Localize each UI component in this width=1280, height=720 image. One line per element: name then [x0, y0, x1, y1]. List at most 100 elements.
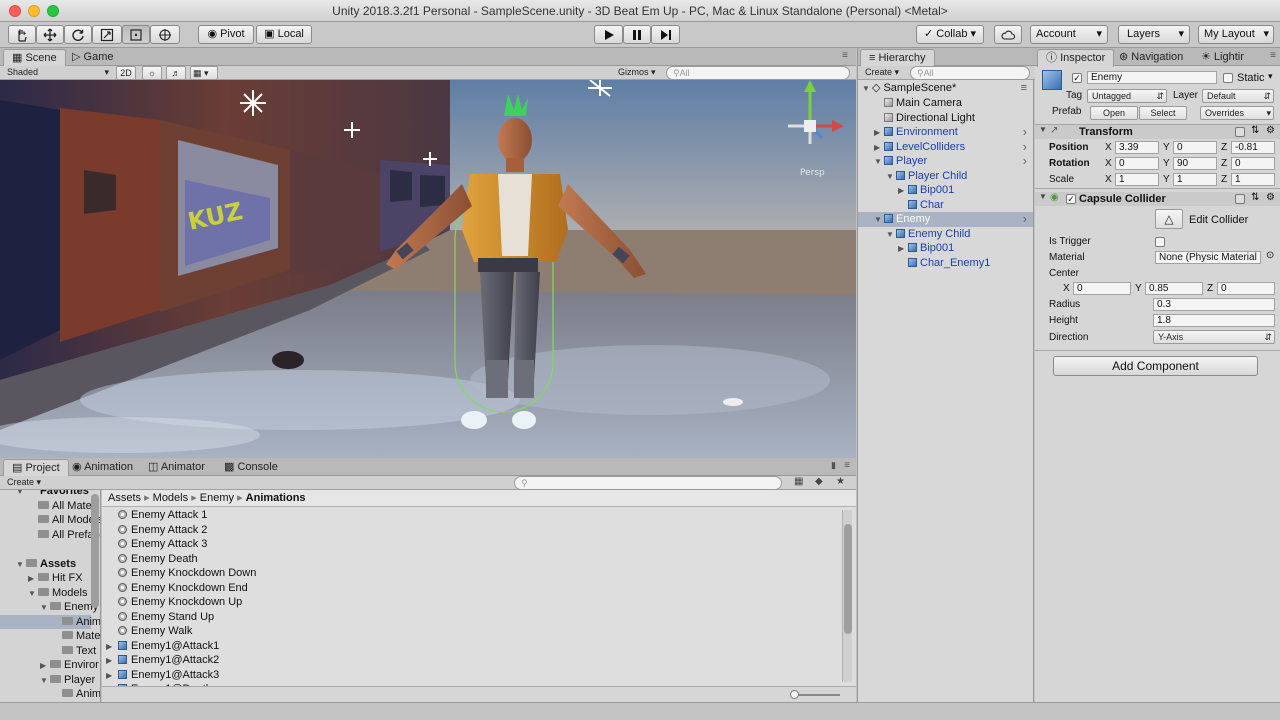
- tree-scrollbar[interactable]: [91, 494, 99, 608]
- chevron-down-icon[interactable]: ▼: [886, 170, 896, 184]
- chevron-icon[interactable]: ▼: [40, 674, 50, 688]
- scale-axis-label[interactable]: Z: [1221, 174, 1227, 185]
- asset-list-item[interactable]: Enemy Walk: [106, 624, 806, 639]
- prefab-open-arrow-icon[interactable]: ›: [1023, 212, 1027, 226]
- asset-list-item[interactable]: ▶ Enemy1@Attack1: [106, 639, 806, 654]
- folder-tree-item[interactable]: ▶ Hit FX: [0, 571, 91, 586]
- cloud-button[interactable]: [994, 25, 1022, 44]
- scale-tool-button[interactable]: [92, 25, 122, 44]
- favorite-star-icon[interactable]: ★: [836, 476, 845, 487]
- chevron-icon[interactable]: ▶: [40, 659, 50, 673]
- tab-animator[interactable]: ◫ Animator: [140, 459, 213, 477]
- hierarchy-item[interactable]: ▶ Environment ›: [858, 125, 1033, 140]
- prefab-open-button[interactable]: Open: [1090, 106, 1138, 120]
- chevron-down-icon[interactable]: ▼: [886, 228, 896, 242]
- add-component-button[interactable]: Add Component: [1053, 356, 1258, 376]
- move-tool-button[interactable]: [36, 25, 64, 44]
- rotation-axis-label[interactable]: X: [1105, 158, 1112, 169]
- chevron-right-icon[interactable]: ▶: [106, 669, 118, 683]
- chevron-icon[interactable]: ▶: [28, 572, 38, 586]
- material-field[interactable]: None (Physic Material: [1155, 251, 1261, 264]
- tag-dropdown[interactable]: Untagged ⇵: [1087, 89, 1167, 103]
- tab-lighting[interactable]: ☀ Lightir: [1193, 49, 1263, 67]
- 2d-toggle[interactable]: 2D: [116, 66, 136, 80]
- rotation-axis-label[interactable]: Y: [1163, 158, 1170, 169]
- rotation-axis-label[interactable]: Z: [1221, 158, 1227, 169]
- icon-size-slider-knob[interactable]: [790, 690, 799, 699]
- asset-list-item[interactable]: Enemy Stand Up: [106, 610, 806, 625]
- panel-menu-icon[interactable]: ≡: [844, 460, 850, 471]
- project-create-dropdown[interactable]: Create ▾: [3, 476, 47, 490]
- step-button[interactable]: [651, 25, 680, 44]
- panel-menu-icon[interactable]: ≡: [842, 50, 848, 61]
- effects-dropdown[interactable]: ▦ ▾: [190, 66, 218, 80]
- chevron-down-icon[interactable]: ▾: [1268, 71, 1273, 82]
- folder-tree-item[interactable]: Anim: [0, 614, 100, 629]
- hierarchy-item[interactable]: ▶ Bip001: [858, 241, 1033, 256]
- asset-list-item[interactable]: ▶ Enemy1@Attack2: [106, 653, 806, 668]
- position-z-field[interactable]: -0.81: [1231, 141, 1275, 154]
- file-scrollbar-track[interactable]: [842, 510, 852, 682]
- prefab-overrides-dropdown[interactable]: Overrides ▾: [1200, 106, 1274, 120]
- gear-icon[interactable]: ⚙: [1266, 125, 1275, 136]
- breadcrumb-enemy[interactable]: Enemy: [200, 492, 234, 504]
- hierarchy-item[interactable]: Directional Light: [858, 111, 1033, 126]
- local-toggle[interactable]: ▣ Local: [256, 25, 312, 44]
- asset-list-item[interactable]: Enemy Attack 3: [106, 537, 806, 552]
- asset-list-item[interactable]: ▶ Enemy1@Attack3: [106, 668, 806, 683]
- help-book-icon[interactable]: [1235, 194, 1245, 204]
- chevron-right-icon[interactable]: ▶: [874, 141, 884, 155]
- preset-icon[interactable]: ⇅: [1251, 192, 1259, 203]
- hierarchy-create-dropdown[interactable]: Create ▾: [861, 66, 905, 80]
- radius-field[interactable]: 0.3: [1153, 298, 1275, 311]
- scene-menu-icon[interactable]: ≡: [1021, 81, 1027, 95]
- folder-tree-item[interactable]: ▶ Enviror: [0, 658, 99, 673]
- layer-dropdown[interactable]: Default ⇵: [1202, 89, 1274, 103]
- hierarchy-item[interactable]: ▶ LevelColliders ›: [858, 139, 1033, 155]
- scale-x-field[interactable]: 1: [1115, 173, 1159, 186]
- position-axis-label[interactable]: X: [1105, 142, 1112, 153]
- tab-game[interactable]: ▷ Game: [64, 49, 121, 67]
- pause-button[interactable]: [623, 25, 651, 44]
- object-picker-icon[interactable]: ⊙: [1266, 250, 1274, 261]
- gizmos-dropdown[interactable]: Gizmos ▾: [614, 66, 662, 80]
- position-axis-label[interactable]: Z: [1221, 142, 1227, 153]
- folder-tree-item[interactable]: All Prefabs: [0, 528, 100, 543]
- folder-tree-item[interactable]: Mate: [0, 629, 100, 644]
- folder-tree-item[interactable]: ▼ Assets: [0, 557, 91, 572]
- scale-z-field[interactable]: 1: [1231, 173, 1275, 186]
- tab-inspector[interactable]: ⓘ Inspector: [1037, 49, 1115, 67]
- capsule-collider-header[interactable]: ▼ ◉ ✓ Capsule Collider ⇅ ⚙: [1035, 192, 1280, 206]
- panel-menu-icon[interactable]: ≡: [1270, 50, 1276, 61]
- layers-dropdown[interactable]: Layers ▾: [1118, 25, 1190, 44]
- file-scrollbar-thumb[interactable]: [844, 524, 852, 634]
- tab-console[interactable]: ▩ Console: [216, 459, 286, 477]
- chevron-right-icon[interactable]: ▶: [898, 184, 908, 198]
- asset-list-item[interactable]: Enemy Knockdown End: [106, 581, 806, 596]
- audio-toggle[interactable]: ♬: [166, 66, 186, 80]
- gear-icon[interactable]: ⚙: [1266, 192, 1275, 203]
- project-search-input[interactable]: ⚲: [514, 476, 782, 490]
- scale-axis-label[interactable]: Y: [1163, 174, 1170, 185]
- filter-type-icon[interactable]: ▦: [794, 476, 803, 487]
- filter-label-icon[interactable]: ◆: [815, 476, 823, 487]
- center-axis-label[interactable]: Z: [1207, 283, 1213, 294]
- asset-list-item[interactable]: Enemy Knockdown Down: [106, 566, 806, 581]
- folder-tree-item[interactable]: All Materi: [0, 499, 98, 514]
- icon-size-slider[interactable]: [792, 694, 840, 696]
- scene-root-row[interactable]: ▼ ◇ SampleScene* ≡: [858, 81, 1033, 96]
- folder-tree-item[interactable]: ▼ Models: [0, 586, 91, 601]
- static-checkbox[interactable]: [1223, 73, 1233, 83]
- breadcrumb-assets[interactable]: Assets: [108, 492, 141, 504]
- hierarchy-item[interactable]: ▼ Enemy Child: [858, 227, 1033, 242]
- prefab-open-arrow-icon[interactable]: ›: [1023, 154, 1027, 168]
- help-book-icon[interactable]: [1235, 127, 1245, 137]
- rotation-y-field[interactable]: 90: [1173, 157, 1217, 170]
- edit-collider-button[interactable]: △: [1155, 209, 1183, 229]
- pivot-toggle[interactable]: ◉ Pivot: [198, 25, 254, 44]
- hand-tool-button[interactable]: [8, 25, 36, 44]
- folder-tree-item[interactable]: All Models: [0, 513, 100, 528]
- scene-search-input[interactable]: ⚲All: [666, 66, 850, 80]
- rotate-tool-button[interactable]: [64, 25, 92, 44]
- object-name-field[interactable]: Enemy: [1087, 71, 1217, 84]
